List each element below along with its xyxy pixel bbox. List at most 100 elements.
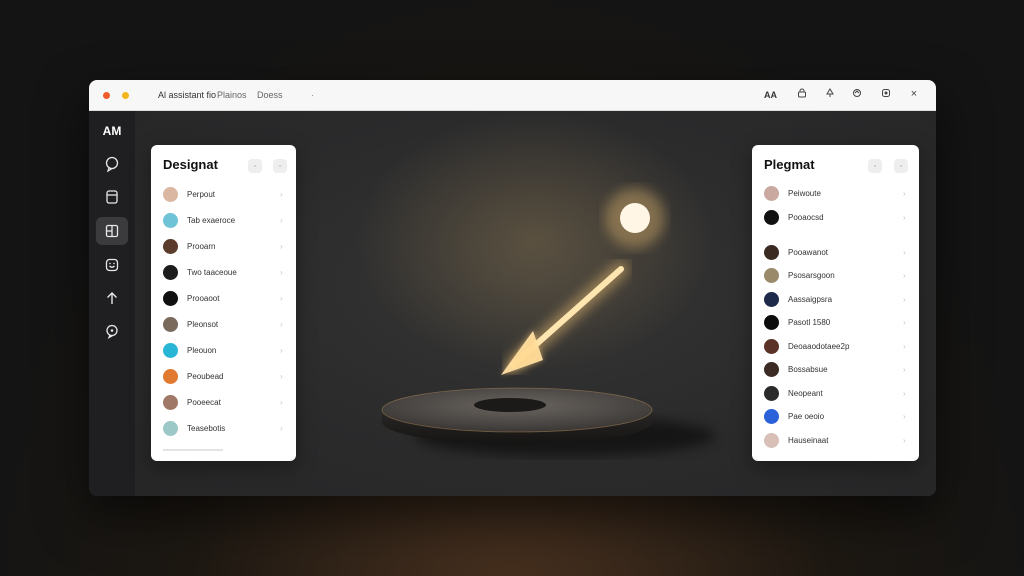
avatar [163,290,178,306]
list-item-label: Pleonsot [187,319,219,329]
layout-icon[interactable] [96,217,128,245]
list-item-label: Prooarn [187,241,216,251]
smile-icon[interactable] [96,251,128,279]
menu-item-1[interactable]: Plainos [217,90,247,100]
app-title: Al assistant fio [158,90,217,100]
list-item-label: Teasebotis [187,423,226,433]
list-item[interactable]: Deoaaodotaee2p › [752,335,919,357]
list-item[interactable]: Pae oeoio › [752,406,919,428]
list-item-label: Bossabsue [788,365,828,374]
list-item[interactable]: Hauseinaat › [752,429,919,451]
list-item-label: Peoubead [187,371,224,381]
list-item[interactable]: Pleouon › [151,339,296,361]
left-panel-option-button[interactable]: ▫ [248,159,262,173]
scroll-hint [163,449,223,451]
close-window-dot[interactable] [103,92,110,99]
chevron-right-icon: › [280,319,283,329]
chevron-right-icon: › [903,294,906,304]
chevron-right-icon: › [903,435,906,445]
list-item[interactable]: Aassaigpsra › [752,288,919,310]
avatar [163,342,178,358]
chat-bubble-icon[interactable] [96,150,128,178]
list-item-label: Pleouon [187,345,217,355]
title-bar: Al assistant fio Plainos Doess · AA × [89,80,936,111]
list-item[interactable]: Two taaceoue › [151,261,296,283]
list-item[interactable]: Pooaocsd › [752,206,919,228]
avatar [764,268,779,283]
avatar [163,394,178,410]
lock-icon[interactable] [795,88,809,101]
chevron-right-icon: › [903,388,906,398]
avatar [764,409,779,424]
list-item[interactable]: Bossabsue › [752,359,919,381]
platform-hole [474,398,546,412]
chevron-right-icon: › [903,271,906,280]
right-panel: Plegmat ▫ ▫ Peiwoute › Pooaocsd › Pooawanot ›… [752,145,919,461]
list-item[interactable]: Peoubead › [151,365,296,387]
avatar [163,238,178,254]
list-item-label: Pooeecat [187,397,221,407]
list-item[interactable]: Pasotl 1580 › [752,312,919,334]
text-size-label[interactable]: AA [764,90,777,100]
list-item[interactable]: Peiwoute › [752,182,919,204]
minimize-window-dot[interactable] [122,92,129,99]
chevron-right-icon: › [903,247,906,257]
list-item-label: Pooaocsd [788,212,824,222]
settings-icon[interactable] [879,88,893,101]
chevron-right-icon: › [903,412,906,421]
chevron-right-icon: › [280,293,283,303]
list-item[interactable]: Neopeant › [752,382,919,404]
chevron-right-icon: › [903,212,906,222]
list-item-label: Psosarsgoon [788,271,835,280]
list-item[interactable]: Teasebotis › [151,417,296,439]
list-item[interactable]: Prooarn › [151,235,296,257]
avatar [764,315,779,330]
list-item-label: Aassaigpsra [788,294,833,304]
right-panel-more-button[interactable]: ▫ [894,159,908,173]
menu-item-2[interactable]: Doess [257,90,283,100]
list-item-label: Two taaceoue [187,267,237,277]
chevron-right-icon: › [280,241,283,251]
avatar [163,316,178,332]
chevron-right-icon: › [280,423,283,433]
avatar [764,209,779,225]
chevron-right-icon: › [280,371,283,381]
chevron-right-icon: › [280,267,283,277]
list-item-label: Peiwoute [788,188,821,198]
avatar [163,212,178,228]
list-item-label: Perpout [187,189,216,199]
nav-arrow-icon[interactable] [823,88,837,101]
close-icon[interactable]: × [907,88,921,100]
list-item-label: Neopeant [788,388,823,398]
list-item[interactable]: Prooaoot › [151,287,296,309]
list-item-label: Tab exaeroce [187,215,236,225]
avatar [764,244,779,260]
avatar [764,185,779,201]
list-item[interactable]: Psosarsgoon › [752,265,919,287]
file-icon[interactable] [96,183,128,211]
app-logo[interactable]: AM [96,117,128,145]
app-window: Al assistant fio Plainos Doess · AA × AM [89,80,936,496]
list-item[interactable]: Pooawanot › [752,241,919,263]
feedback-icon[interactable] [96,317,128,345]
chevron-right-icon: › [903,188,906,198]
avatar [163,368,178,384]
list-item[interactable]: Perpout › [151,183,296,205]
logo-text: AM [102,124,122,138]
left-panel-more-button[interactable]: ▫ [273,159,287,173]
list-item-label: Prooaoot [187,293,220,303]
list-item[interactable]: Tab exaeroce › [151,209,296,231]
avatar [163,264,178,280]
chevron-right-icon: › [280,215,283,225]
right-panel-option-button[interactable]: ▫ [868,159,882,173]
sidebar: AM [89,111,135,496]
list-item[interactable]: Pleonsot › [151,313,296,335]
list-item-label: Pooawanot [788,247,829,257]
chevron-right-icon: › [903,318,906,327]
list-item[interactable]: Pooeecat › [151,391,296,413]
list-item-label: Pae oeoio [788,412,825,421]
chevron-right-icon: › [280,345,283,355]
menu-item-3[interactable]: · [311,90,314,100]
upload-arrow-icon[interactable] [96,284,128,312]
refresh-icon[interactable] [850,88,864,101]
